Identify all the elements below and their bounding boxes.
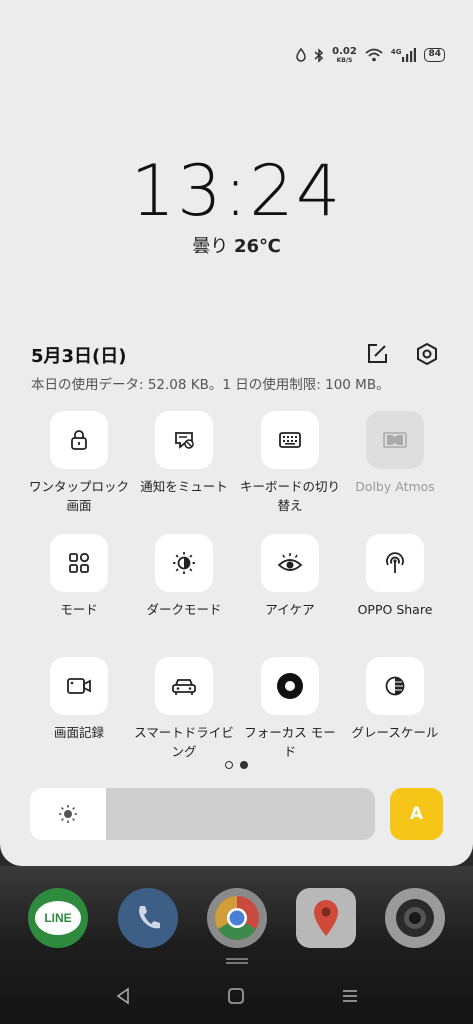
tile-icon-box	[261, 411, 319, 469]
back-icon	[116, 987, 129, 1005]
focus-icon	[277, 673, 303, 699]
chrome-icon	[215, 896, 259, 940]
tile-label: ダークモード	[146, 602, 222, 617]
tile-oppo-share[interactable]: OPPO Share	[342, 534, 448, 619]
speed-value: 0.02	[332, 45, 357, 57]
maps-app-icon[interactable]	[296, 888, 356, 948]
dolby-icon	[383, 432, 407, 448]
tile-icon-box	[366, 657, 424, 715]
dnd-drop-icon	[296, 48, 306, 62]
bluetooth-icon	[314, 47, 324, 63]
line-app-label: LINE	[44, 911, 72, 925]
tile-icon-box	[155, 411, 213, 469]
share-icon	[386, 552, 404, 573]
page-dot-1[interactable]	[225, 761, 233, 769]
tile-icon-box	[50, 411, 108, 469]
edit-icon	[368, 344, 387, 363]
tile-dolby-atmos[interactable]: Dolby Atmos	[342, 411, 448, 496]
video-icon	[67, 678, 91, 694]
clock-time: 13:24	[130, 150, 343, 232]
back-button[interactable]	[109, 984, 137, 1008]
temperature: 26℃	[233, 236, 281, 257]
tile-mode[interactable]: モード	[26, 534, 132, 619]
menu-icon	[343, 990, 357, 1002]
edit-button[interactable]	[363, 340, 391, 368]
battery-indicator: 84	[424, 48, 445, 62]
data-usage-text: 本日の使用データ: 52.08 KB。1 日の使用制限: 100 MB。	[31, 377, 390, 393]
weather-condition: 曇り	[192, 236, 229, 257]
auto-brightness-button[interactable]: A	[390, 788, 443, 840]
recents-button[interactable]	[336, 984, 364, 1008]
cell-signal-icon: 4G	[391, 48, 417, 62]
eye-icon	[277, 553, 303, 571]
tile-label: キーボードの切り替え	[239, 479, 340, 513]
tile-label: OPPO Share	[357, 602, 433, 617]
tile-focus-mode[interactable]: フォーカス モード	[237, 657, 343, 761]
sun-icon	[58, 805, 77, 823]
network-type: 4G	[390, 48, 402, 56]
grid-icon	[69, 552, 90, 573]
brightness-fill	[30, 788, 106, 840]
tile-one-tap-lock[interactable]: ワンタップロック画面	[26, 411, 132, 515]
mute-notification-icon	[175, 432, 194, 449]
speed-unit: KB/S	[336, 56, 353, 64]
wifi-icon	[365, 48, 383, 62]
camera-lens-icon	[396, 899, 434, 937]
status-bar: 0.02 KB/S 4G 84	[296, 44, 445, 66]
tile-label: ワンタップロック画面	[28, 479, 129, 513]
tile-label: スマートドライビング	[134, 725, 234, 759]
phone-app-icon[interactable]	[118, 888, 178, 948]
map-pin-icon	[314, 900, 338, 936]
home-icon	[228, 988, 244, 1004]
tile-icon-box	[261, 534, 319, 592]
tile-icon-box	[366, 411, 424, 469]
line-app-icon[interactable]: LINE	[28, 888, 88, 948]
tile-eye-care[interactable]: アイケア	[237, 534, 343, 619]
brightness-slider[interactable]	[30, 788, 375, 840]
settings-button[interactable]	[413, 340, 441, 368]
tile-icon-box	[261, 657, 319, 715]
tile-label: 画面記録	[53, 725, 104, 740]
date-label: 5月3日(日)	[31, 346, 127, 367]
car-icon	[172, 679, 196, 695]
tile-label: Dolby Atmos	[355, 479, 435, 494]
page-dot-2[interactable]	[240, 761, 248, 769]
tile-icon-box	[50, 657, 108, 715]
network-speed: 0.02 KB/S	[332, 45, 357, 64]
camera-app-icon[interactable]	[385, 888, 445, 948]
grayscale-icon	[385, 676, 405, 696]
app-drawer-handle[interactable]	[226, 958, 248, 964]
tile-grayscale[interactable]: グレースケール	[342, 657, 448, 742]
tile-screen-record[interactable]: 画面記録	[26, 657, 132, 742]
phone-icon	[139, 906, 160, 929]
weather: 曇り 26℃	[0, 232, 473, 258]
lock-icon	[71, 430, 87, 450]
page-indicator	[225, 761, 248, 769]
tile-smart-driving[interactable]: スマートドライビング	[131, 657, 237, 761]
tile-dark-mode[interactable]: ダークモード	[131, 534, 237, 619]
tile-icon-box	[155, 657, 213, 715]
tile-label: モード	[60, 602, 98, 617]
dark-mode-icon	[173, 552, 195, 574]
home-button[interactable]	[222, 984, 250, 1008]
keyboard-icon	[279, 432, 301, 448]
quick-settings-panel: 0.02 KB/S 4G 84 13:24 曇り 26℃ 5月3日(日) 本日の…	[0, 0, 473, 866]
tile-keyboard-switch[interactable]: キーボードの切り替え	[237, 411, 343, 515]
tile-icon-box	[50, 534, 108, 592]
tile-label: 通知をミュート	[140, 479, 228, 494]
tile-mute-notifications[interactable]: 通知をミュート	[131, 411, 237, 496]
chrome-app-icon[interactable]	[207, 888, 267, 948]
tile-label: グレースケール	[351, 725, 439, 740]
tile-label: アイケア	[265, 602, 315, 617]
tile-icon-box	[155, 534, 213, 592]
tile-label: フォーカス モード	[244, 725, 336, 759]
tile-icon-box	[366, 534, 424, 592]
gear-icon	[417, 342, 437, 366]
